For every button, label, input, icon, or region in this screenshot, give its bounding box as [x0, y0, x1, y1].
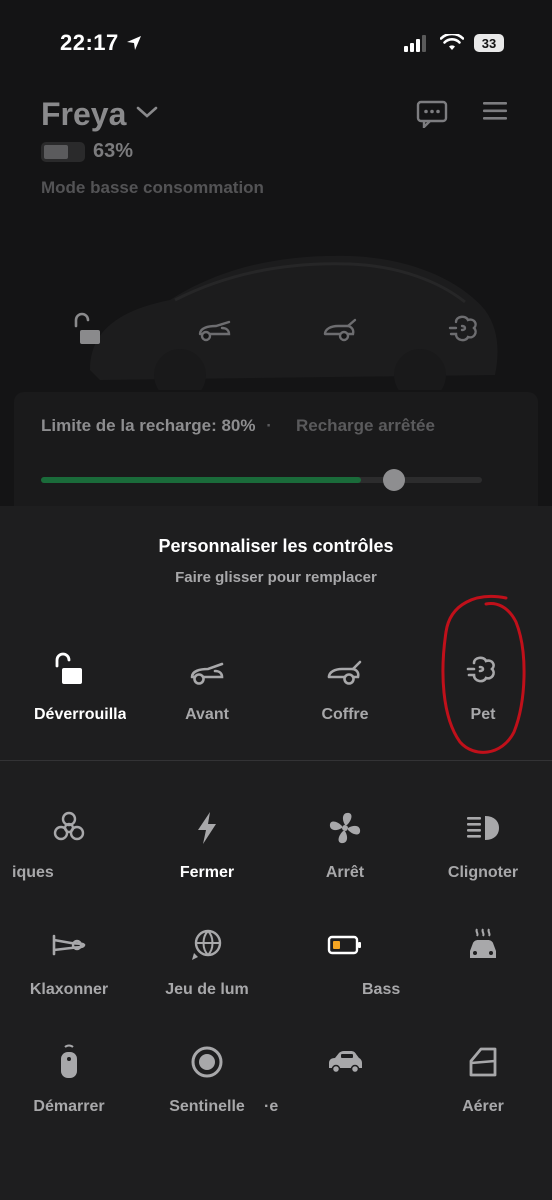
charge-slider[interactable]: [41, 477, 482, 483]
seat-heater-car-icon: [470, 928, 496, 958]
control-label: Clignoter: [447, 864, 519, 881]
unlock-icon: [55, 652, 82, 684]
control-seat-heater[interactable]: [414, 923, 552, 981]
car-fart-icon[interactable]: [448, 312, 482, 346]
selected-control-trunk[interactable]: Coffre: [276, 648, 414, 724]
car-name[interactable]: Freya: [41, 96, 126, 133]
control-fan-stop[interactable]: Arrêt: [276, 806, 414, 882]
selected-control-frunk[interactable]: Avant: [138, 648, 276, 724]
headlight-icon: [467, 816, 499, 840]
control-battery[interactable]: Bass: [276, 923, 414, 999]
vehicle-battery: 63%: [41, 140, 133, 163]
control-remote-start[interactable]: Démarrer: [0, 1040, 138, 1116]
charge-status: Recharge arrêtée: [296, 416, 435, 435]
control-flash-lights[interactable]: Clignoter: [414, 806, 552, 882]
control-close[interactable]: Fermer: [138, 806, 276, 882]
control-car-side[interactable]: ·e: [264, 1040, 414, 1116]
horn-icon: [52, 934, 86, 956]
control-label: iques: [12, 864, 54, 881]
location-arrow-icon: [127, 36, 142, 50]
charge-limit-label[interactable]: Limite de la recharge: 80% ·: [41, 416, 272, 436]
car-side-icon: [329, 1051, 362, 1074]
control-label: ·e: [264, 1098, 279, 1115]
control-sentry[interactable]: Sentinelle: [138, 1040, 276, 1116]
sentry-icon: [191, 1046, 223, 1078]
control-label: Aérer: [462, 1098, 504, 1115]
power-mode-text: Mode basse consommation: [41, 178, 264, 197]
control-label: Démarrer: [33, 1098, 105, 1115]
status-indicators: 33: [404, 34, 504, 52]
sheet-title: Personnaliser les contrôles: [158, 536, 394, 556]
wifi-icon: [440, 34, 464, 50]
control-vent-windows[interactable]: Aérer: [414, 1040, 552, 1116]
battery-percent: 63%: [93, 140, 134, 162]
control-label: Jeu de lum: [165, 981, 249, 998]
fan-icon: [329, 812, 361, 844]
trunk-icon: [327, 660, 362, 685]
lightshow-icon: [192, 929, 222, 960]
key-fob-icon: [61, 1044, 77, 1078]
vent-window-icon: [469, 1047, 497, 1077]
biohazard-icon: [53, 811, 85, 841]
phone-battery-icon: 33: [474, 34, 504, 52]
control-label: Avant: [185, 706, 229, 723]
car-unlock-icon[interactable]: [70, 312, 104, 346]
control-label: Fermer: [179, 864, 235, 881]
message-icon[interactable]: [416, 100, 448, 128]
control-label: Coffre: [321, 706, 369, 723]
control-label: Déverrouilla: [34, 706, 126, 723]
frunk-icon: [190, 662, 224, 685]
charge-limit-handle[interactable]: [383, 469, 405, 491]
selected-control-unlock[interactable]: Déverrouilla: [0, 648, 138, 724]
control-label: Sentinelle: [169, 1098, 245, 1115]
control-label: Arrêt: [325, 864, 365, 881]
control-light-show[interactable]: Jeu de lum: [138, 923, 276, 999]
battery-icon: [327, 935, 361, 955]
lightning-icon: [198, 812, 216, 844]
sheet-subtitle: Faire glisser pour remplacer: [175, 569, 377, 586]
vehicle-battery-icon: [41, 141, 85, 162]
status-time: 22:17: [60, 30, 143, 56]
control-label: Klaxonner: [29, 981, 109, 998]
car-image: [90, 255, 498, 390]
control-label: Bass: [362, 981, 401, 998]
car-frunk-icon[interactable]: [196, 312, 232, 346]
car-trunk-icon[interactable]: [322, 312, 358, 346]
signal-icon: [404, 35, 426, 52]
chevron-down-icon[interactable]: [135, 104, 159, 120]
control-biohazard[interactable]: iques: [0, 806, 138, 882]
annotation-circle: [441, 595, 526, 754]
menu-icon[interactable]: [483, 100, 507, 122]
control-horn[interactable]: Klaxonner: [0, 923, 138, 999]
section-divider: [0, 760, 552, 761]
charge-level-fill: [41, 477, 361, 483]
